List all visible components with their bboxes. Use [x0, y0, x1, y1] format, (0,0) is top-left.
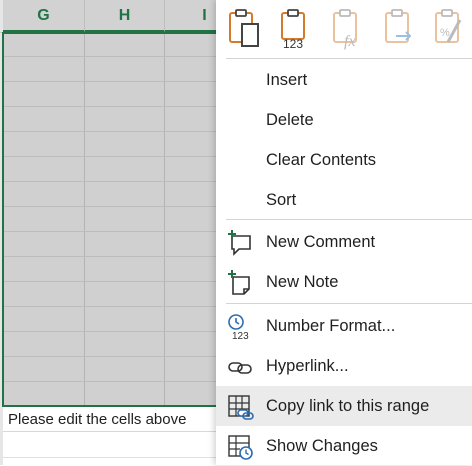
menu-item-label: Copy link to this range: [266, 397, 430, 415]
svg-text:fx: fx: [344, 33, 356, 50]
grid-row-line: [3, 106, 216, 107]
menu-item-insert[interactable]: Insert: [216, 60, 472, 100]
paste-values-badge: 123: [283, 37, 303, 50]
menu-item-number-format[interactable]: 123 Number Format...: [216, 306, 472, 346]
menu-item-label: Sort: [266, 191, 297, 209]
grid-row-line: [3, 457, 216, 458]
grid-row-line: [3, 181, 216, 182]
svg-text:%: %: [440, 27, 450, 39]
show-changes-icon: [226, 433, 254, 461]
grid-row-line: [3, 281, 216, 282]
grid-row-line: [3, 381, 216, 382]
paste-icon[interactable]: [224, 6, 264, 50]
menu-item-label: Clear Contents: [266, 151, 377, 169]
menu-item-label: Number Format...: [266, 317, 396, 335]
grid-row-line: [3, 156, 216, 157]
menu-item-label: Insert: [266, 71, 308, 89]
grid-row-line: [3, 356, 216, 357]
paste-options-row: 123 fx %: [216, 0, 472, 54]
menu-item-hyperlink[interactable]: Hyperlink...: [216, 346, 472, 386]
menu-item-new-note[interactable]: New Note: [216, 262, 472, 302]
number-format-badge: 123: [232, 331, 249, 341]
menu-item-label: Show Changes: [266, 437, 378, 455]
column-header-h[interactable]: H: [85, 0, 165, 32]
hyperlink-icon: [226, 353, 254, 381]
paste-values-icon[interactable]: 123: [276, 6, 316, 51]
menu-item-show-changes[interactable]: Show Changes: [216, 426, 472, 466]
paste-link-icon[interactable]: [380, 6, 420, 50]
menu-item-delete[interactable]: Delete: [216, 100, 472, 140]
menu-item-label: New Comment: [266, 233, 376, 251]
menu-item-sort[interactable]: Sort: [216, 180, 472, 220]
number-format-icon: 123: [226, 313, 254, 342]
grid-row-line: [3, 331, 216, 332]
grid-row-line: [3, 256, 216, 257]
grid-row-line: [3, 131, 216, 132]
grid-column: [3, 33, 85, 406]
note-cell[interactable]: Please edit the cells above: [3, 407, 216, 432]
menu-separator: [226, 219, 472, 220]
new-comment-icon: [226, 229, 254, 257]
menu-item-label: Hyperlink...: [266, 357, 349, 375]
menu-separator: [226, 58, 472, 59]
grid-row-line: [3, 306, 216, 307]
column-header-g[interactable]: G: [3, 0, 85, 32]
grid-row-line: [3, 56, 216, 57]
grid-row-line: [3, 81, 216, 82]
new-note-icon: [226, 269, 254, 297]
menu-item-new-comment[interactable]: New Comment: [216, 222, 472, 262]
menu-item-copy-link[interactable]: Copy link to this range: [216, 386, 472, 426]
paste-formulas-icon[interactable]: fx: [328, 6, 368, 50]
grid-row-line: [3, 231, 216, 232]
grid-column: [85, 33, 165, 406]
context-menu: 123 fx % Insert Delete Clear Contents So…: [216, 0, 472, 465]
paste-formatting-icon[interactable]: %: [430, 6, 470, 50]
selection-border: [2, 33, 4, 406]
selection-border: [2, 32, 216, 34]
selected-range[interactable]: [3, 33, 216, 406]
grid-row-line: [3, 206, 216, 207]
menu-item-label: Delete: [266, 111, 314, 129]
link-to-range-icon: [226, 393, 254, 421]
menu-item-label: New Note: [266, 273, 339, 291]
menu-separator: [226, 303, 472, 304]
menu-item-clear-contents[interactable]: Clear Contents: [216, 140, 472, 180]
